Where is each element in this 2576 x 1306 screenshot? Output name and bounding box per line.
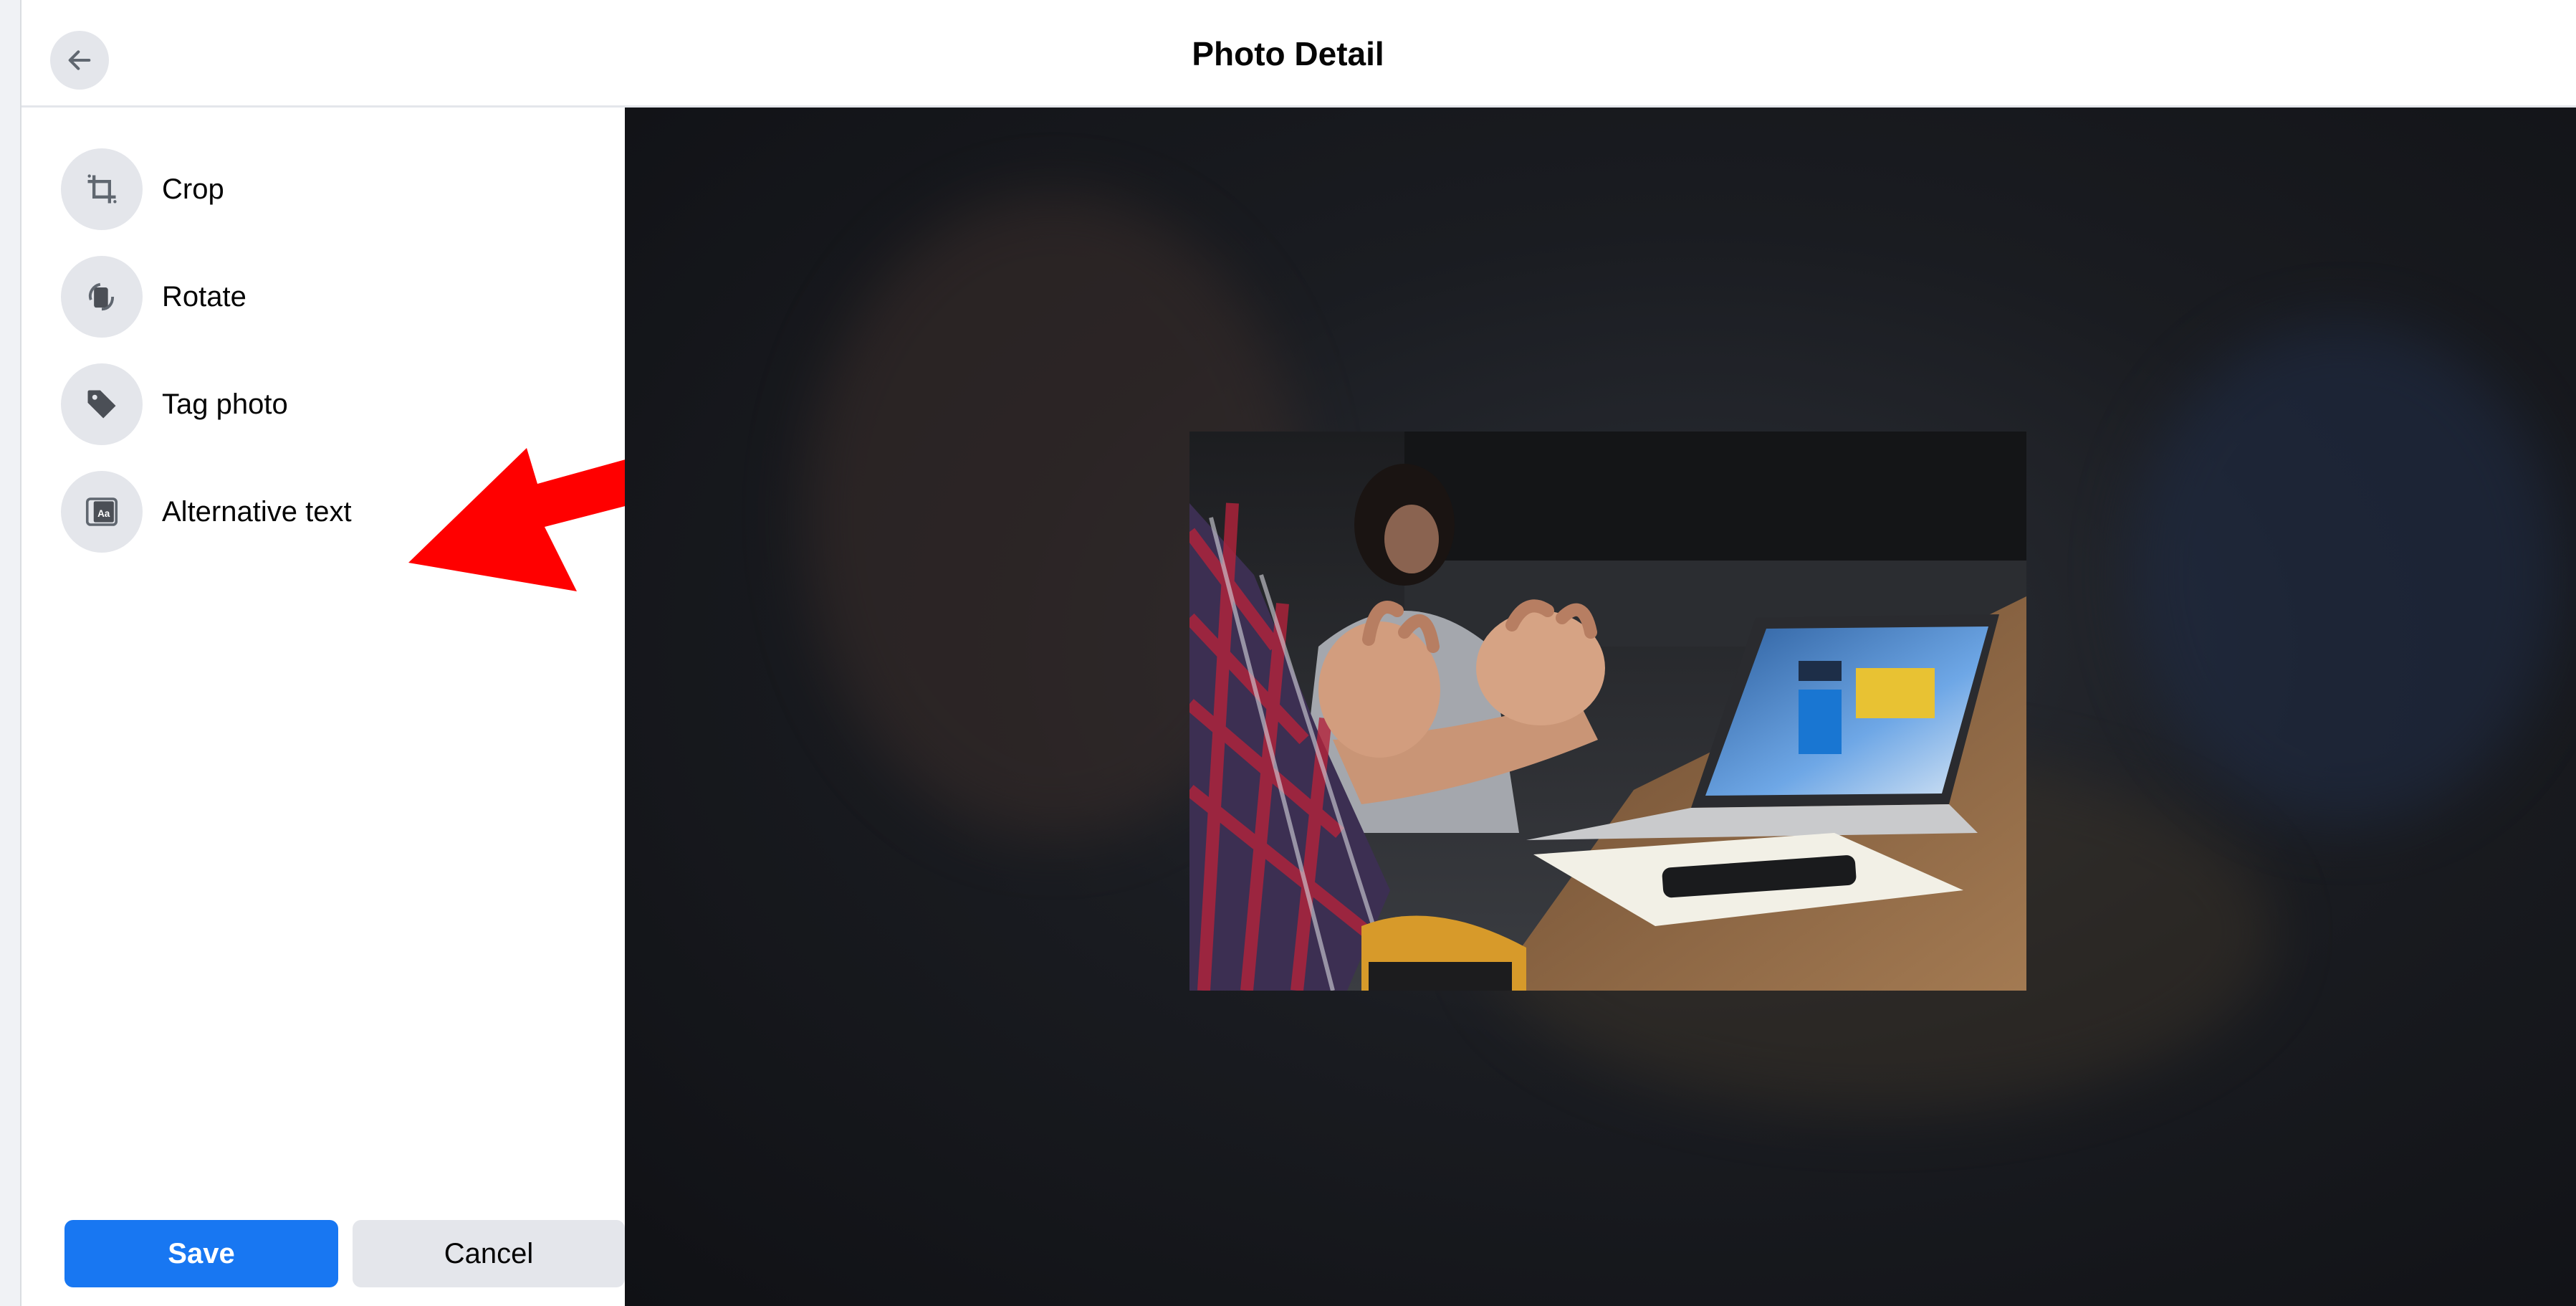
crop-option[interactable]: Crop — [61, 147, 224, 232]
alt-text-icon: Aa — [61, 471, 143, 553]
alternative-text-option[interactable]: Aa Alternative text — [61, 470, 352, 554]
tag-photo-option[interactable]: Tag photo — [61, 362, 288, 447]
page-title: Photo Detail — [1192, 35, 1384, 72]
edit-sidebar: Crop Rotate Tag photo Aa Alternative tex… — [21, 108, 989, 1306]
meeting-photo-image — [1189, 432, 2026, 991]
crop-label: Crop — [162, 173, 224, 205]
photo-viewer — [625, 108, 2576, 1306]
photo-preview[interactable] — [1189, 432, 2026, 991]
background-blur-right — [2130, 323, 2560, 824]
header-bar: Photo Detail — [21, 0, 2576, 108]
rotate-option[interactable]: Rotate — [61, 254, 246, 339]
rotate-icon — [61, 256, 143, 338]
window-edge — [0, 0, 22, 1306]
tag-photo-label: Tag photo — [162, 388, 288, 420]
tag-icon — [61, 363, 143, 445]
save-button[interactable]: Save — [64, 1220, 338, 1287]
cancel-button[interactable]: Cancel — [353, 1220, 625, 1287]
rotate-label: Rotate — [162, 280, 246, 313]
crop-icon — [61, 148, 143, 230]
alternative-text-label: Alternative text — [162, 495, 352, 528]
svg-text:Aa: Aa — [97, 508, 110, 519]
